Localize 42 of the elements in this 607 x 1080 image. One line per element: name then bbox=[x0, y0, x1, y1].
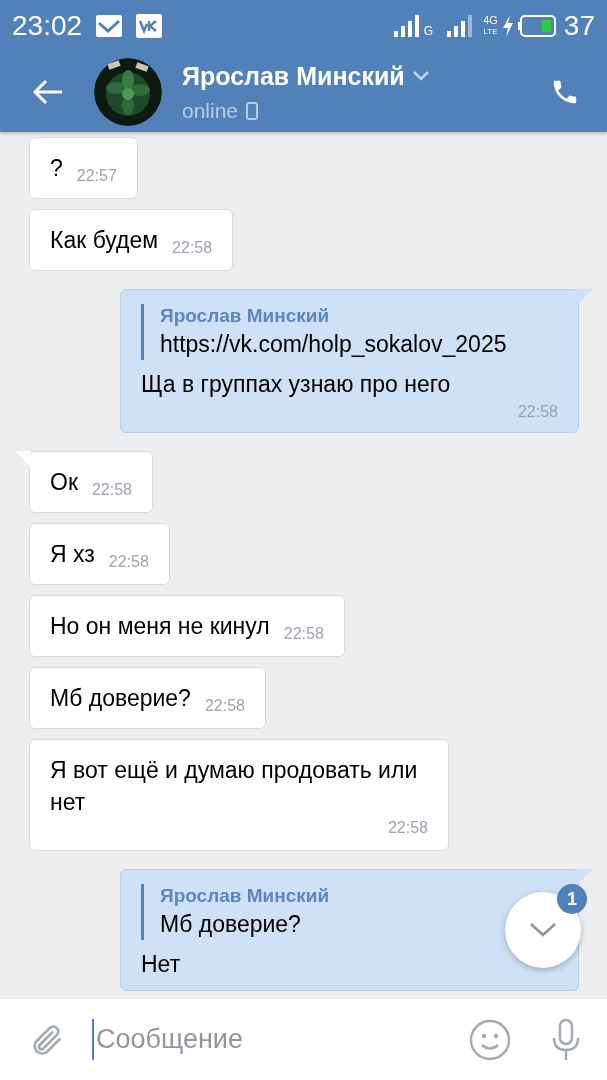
message-text: Ща в группах узнаю про него bbox=[141, 370, 452, 399]
message-text: Как будем bbox=[50, 226, 159, 255]
message-composer[interactable]: Сообщение bbox=[0, 998, 607, 1080]
message-text: Ок bbox=[50, 468, 78, 497]
battery-level: 37 bbox=[563, 9, 595, 43]
back-arrow-icon bbox=[32, 79, 64, 105]
chevron-down-icon bbox=[530, 923, 556, 937]
battery-icon bbox=[517, 15, 556, 37]
signal-icon bbox=[447, 15, 474, 37]
contact-status: online bbox=[182, 98, 239, 124]
clock: 23:02 bbox=[12, 9, 83, 43]
message-text: Я хз bbox=[50, 540, 95, 569]
message-time: 22:58 bbox=[108, 552, 149, 572]
network-type: LTE bbox=[483, 26, 498, 37]
message-time: 22:58 bbox=[204, 696, 245, 716]
smiley-icon[interactable] bbox=[469, 1018, 511, 1061]
message-time: 22:58 bbox=[283, 624, 324, 644]
message-text: Но он меня не кинул bbox=[50, 612, 270, 641]
microphone-icon[interactable] bbox=[551, 1017, 581, 1062]
signal-icon bbox=[393, 15, 420, 37]
quote-text: https://vk.com/holp_sokalov_2025 bbox=[160, 330, 507, 359]
contact-name: Ярослав Минский bbox=[182, 60, 405, 92]
message-field[interactable]: Сообщение bbox=[92, 1019, 459, 1060]
quote-text: Мб доверие? bbox=[160, 910, 302, 939]
charging-icon bbox=[501, 15, 514, 37]
phone-device-icon bbox=[246, 101, 259, 120]
quote-author: Ярослав Минский bbox=[160, 304, 331, 328]
message-time: 22:58 bbox=[387, 818, 428, 838]
message-time: 22:58 bbox=[517, 402, 558, 422]
network-type: 4G bbox=[483, 15, 498, 26]
network-type: G bbox=[423, 23, 434, 40]
chevron-down-icon[interactable] bbox=[412, 71, 429, 82]
message-time: 22:58 bbox=[91, 480, 132, 500]
message-time: 22:57 bbox=[76, 166, 117, 186]
quote-author: Ярослав Минский bbox=[160, 884, 330, 908]
message-text: ? bbox=[50, 154, 63, 183]
app-notification-icon bbox=[136, 14, 163, 38]
unread-count: 1 bbox=[557, 884, 587, 914]
message-text: Нет bbox=[141, 950, 182, 979]
message-text: Я вот ещё и думаю продовать или нет bbox=[50, 756, 419, 817]
message-text: Мб доверие? bbox=[50, 684, 191, 713]
message-time: 22:58 bbox=[172, 238, 213, 258]
